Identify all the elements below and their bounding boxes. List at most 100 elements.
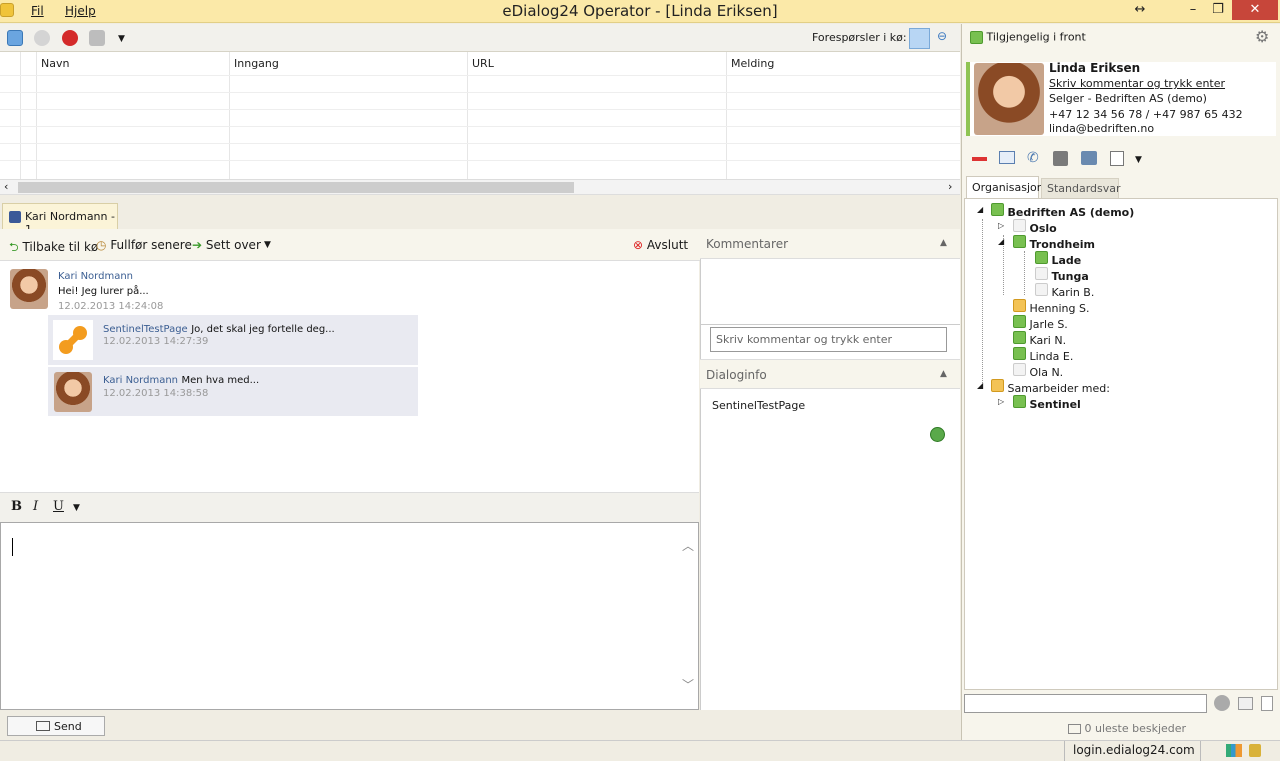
check-icon <box>1035 267 1048 280</box>
expand-icon[interactable]: ▷ <box>998 221 1004 230</box>
document-icon[interactable] <box>1261 696 1273 711</box>
check-icon <box>1035 283 1048 296</box>
bold-button[interactable]: B <box>11 499 22 514</box>
comments-panel <box>700 229 960 710</box>
maximize-button[interactable]: ❐ <box>1203 0 1233 20</box>
scroll-down-icon[interactable]: ﹀ <box>682 676 694 693</box>
screen-icon[interactable] <box>1081 151 1097 165</box>
scroll-right-icon[interactable]: › <box>948 180 952 193</box>
check-icon <box>1013 219 1026 232</box>
tree-node[interactable]: Linda E. <box>1013 347 1073 363</box>
clock-icon: ◷ <box>96 238 107 252</box>
pin-icon[interactable] <box>909 28 930 49</box>
column-header-inngang[interactable]: Inngang <box>234 57 279 70</box>
close-button[interactable]: ✕ <box>1232 0 1278 20</box>
tree-node[interactable]: Karin B. <box>1035 283 1094 299</box>
finish-later-button[interactable]: ◷ Fullfør senere <box>96 238 192 252</box>
collapse-icon[interactable]: ⊖ <box>937 29 947 43</box>
tree-node[interactable]: Kari N. <box>1013 331 1066 347</box>
globe-icon[interactable] <box>930 427 945 442</box>
tree-node[interactable]: Lade <box>1035 251 1081 267</box>
tree-node[interactable]: Jarle S. <box>1013 315 1068 331</box>
chevron-down-icon[interactable]: ▼ <box>118 34 125 44</box>
title-bar: Fil Hjelp eDialog24 Operator - [Linda Er… <box>0 0 1280 23</box>
scroll-left-icon[interactable]: ‹ <box>4 180 8 193</box>
tree-node[interactable]: Sentinel <box>1013 395 1081 411</box>
collapse-icon[interactable]: ▲ <box>940 238 947 248</box>
facebook-icon <box>9 211 21 223</box>
message-editor[interactable]: ︿ ﹀ <box>0 522 699 710</box>
chevron-down-icon[interactable]: ▼ <box>73 503 80 513</box>
back-to-queue-label: Tilbake til kø <box>22 240 99 254</box>
availability-toggle[interactable]: Tilgjengelig i front <box>970 30 1086 44</box>
printer-icon[interactable] <box>89 30 105 46</box>
return-icon: ⮌ <box>9 240 19 254</box>
tab-kari-nordmann[interactable]: Kari Nordmann - 1 <box>2 203 118 236</box>
tree-node[interactable]: Oslo <box>1013 219 1057 235</box>
tree-node-label: Oslo <box>1029 222 1057 235</box>
mail-icon[interactable] <box>999 151 1015 164</box>
profile-role: Selger - Bedriften AS (demo) <box>1049 92 1207 105</box>
busy-icon[interactable] <box>972 157 987 161</box>
phone-icon[interactable]: ✆ <box>1027 150 1039 166</box>
end-chat-button[interactable]: ⊗ Avslutt <box>633 238 688 252</box>
profile-name: Linda Eriksen <box>1049 61 1141 75</box>
message-text: Jo, det skal jeg fortelle deg... <box>191 324 335 335</box>
message-input[interactable] <box>964 694 1207 713</box>
send-button[interactable]: Send <box>7 716 105 736</box>
underline-button[interactable]: U <box>53 499 64 514</box>
chevron-down-icon[interactable]: ▼ <box>264 240 271 250</box>
expand-icon[interactable]: ◢ <box>977 205 983 214</box>
tree-node[interactable]: Trondheim <box>1013 235 1095 251</box>
expand-icon[interactable]: ◢ <box>998 237 1004 246</box>
clipboard-icon[interactable] <box>1110 151 1124 166</box>
tab-standardsvar[interactable]: Standardsvar <box>1041 178 1121 198</box>
tree-node[interactable]: Ola N. <box>1013 363 1063 379</box>
tree-node-label: Kari N. <box>1029 334 1067 347</box>
organization-tree: ◢ ▷ ◢ ◢ ▷ Bedriften AS (demo) Oslo Trond… <box>964 198 1278 690</box>
tree-node[interactable]: Bedriften AS (demo) <box>991 203 1134 219</box>
unread-label: 0 uleste beskjeder <box>1084 722 1187 735</box>
italic-button[interactable]: I <box>33 499 38 514</box>
info-icon[interactable] <box>34 30 50 46</box>
back-to-queue-button[interactable]: ⮌ Tilbake til kø <box>9 238 98 259</box>
horizontal-scrollbar[interactable]: ‹ › <box>0 179 960 195</box>
tab-organisasjon[interactable]: Organisasjon <box>966 176 1044 198</box>
stop-icon: ⊗ <box>633 238 644 252</box>
resize-icon[interactable]: ↔ <box>1125 0 1155 20</box>
message-icon[interactable] <box>1238 697 1253 710</box>
scroll-up-icon[interactable]: ︿ <box>682 537 694 554</box>
expand-icon[interactable]: ◢ <box>977 381 983 390</box>
comments-header[interactable]: Kommentarer ▲ <box>700 229 960 259</box>
tree-node[interactable]: Tunga <box>1035 267 1089 283</box>
unread-messages[interactable]: 0 uleste beskjeder <box>1068 722 1186 735</box>
tree-node-label: Tunga <box>1051 270 1089 283</box>
column-header-url[interactable]: URL <box>472 57 494 70</box>
tree-node[interactable]: Samarbeider med: <box>991 379 1110 395</box>
transfer-button[interactable]: ➔ Sett over <box>192 238 261 252</box>
alert-icon[interactable] <box>62 30 78 46</box>
column-header-melding[interactable]: Melding <box>731 57 774 70</box>
facebook-icon[interactable] <box>1053 151 1068 166</box>
collapse-icon[interactable]: ▲ <box>940 369 947 379</box>
text-cursor <box>12 538 13 556</box>
chevron-down-icon[interactable]: ▼ <box>1135 155 1142 165</box>
tree-node-label: Sentinel <box>1029 398 1081 411</box>
message-bubble: Kari Nordmann Men hva med... 12.02.2013 … <box>48 367 418 417</box>
profile-comment-link[interactable]: Skriv kommentar og trykk enter <box>1049 77 1225 90</box>
column-header-navn[interactable]: Navn <box>41 57 69 70</box>
profile-email: linda@bedriften.no <box>1049 122 1155 135</box>
sentinel-logo <box>53 320 93 360</box>
scroll-thumb[interactable] <box>18 182 574 193</box>
finish-later-label: Fullfør senere <box>110 238 192 252</box>
tree-node[interactable]: Henning S. <box>1013 299 1089 315</box>
dialoginfo-header[interactable]: Dialoginfo ▲ <box>700 359 960 389</box>
user-icon[interactable] <box>1214 695 1230 711</box>
check-icon <box>1013 235 1026 248</box>
comment-input[interactable]: Skriv kommentar og trykk enter <box>710 327 947 352</box>
profile-photo <box>974 63 1044 135</box>
gear-icon[interactable]: ⚙ <box>1255 27 1269 46</box>
tab-strip <box>0 196 960 229</box>
expand-icon[interactable]: ▷ <box>998 397 1004 406</box>
grid-icon[interactable] <box>7 30 23 46</box>
